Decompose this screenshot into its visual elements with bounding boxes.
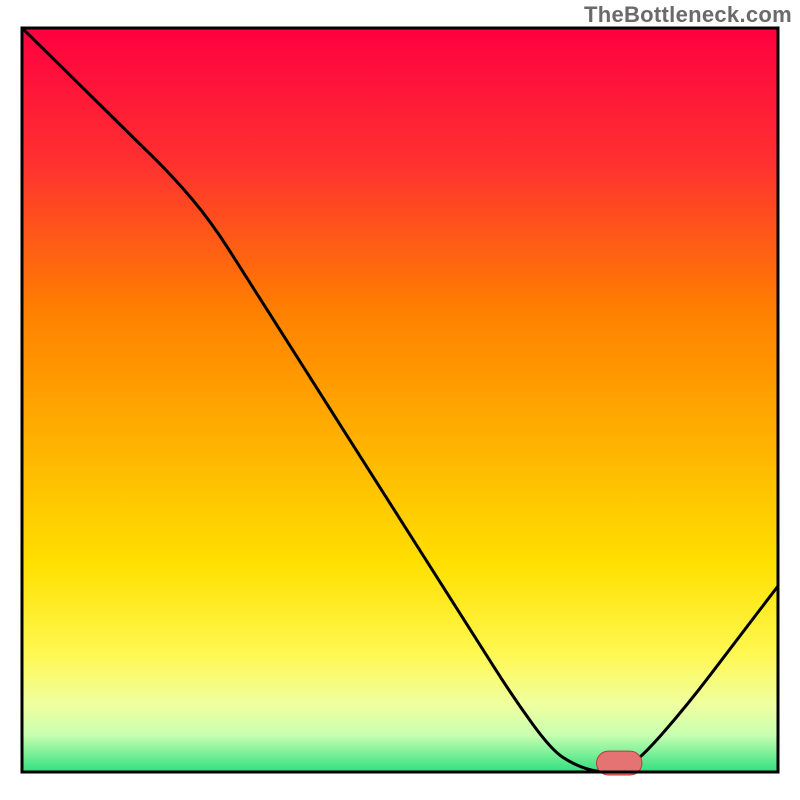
- bottleneck-chart: [0, 0, 800, 800]
- chart-container: TheBottleneck.com: [0, 0, 800, 800]
- watermark-text: TheBottleneck.com: [584, 2, 792, 28]
